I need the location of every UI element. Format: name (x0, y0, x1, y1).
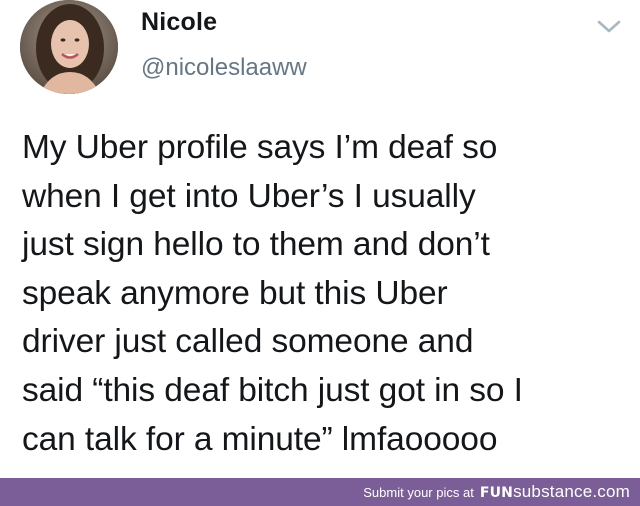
chevron-down-icon[interactable] (596, 18, 622, 36)
user-handle[interactable]: @nicoleslaaww (141, 54, 307, 82)
watermark-footer: Submit your pics at FUNsubstance.com (0, 478, 640, 506)
avatar[interactable] (20, 0, 118, 94)
brand-fun: FUN (479, 485, 514, 501)
tweet-card: Nicole @nicoleslaaww My Uber profile say… (0, 0, 640, 478)
display-name[interactable]: Nicole (141, 8, 217, 37)
avatar-photo-icon (20, 0, 118, 94)
tweet-text: My Uber profile says I’m deaf so when I … (22, 129, 523, 458)
submit-text[interactable]: Submit your pics at (363, 485, 474, 500)
brand-rest: substance.com (513, 482, 630, 501)
funsubstance-logo[interactable]: FUNsubstance.com (480, 482, 630, 502)
